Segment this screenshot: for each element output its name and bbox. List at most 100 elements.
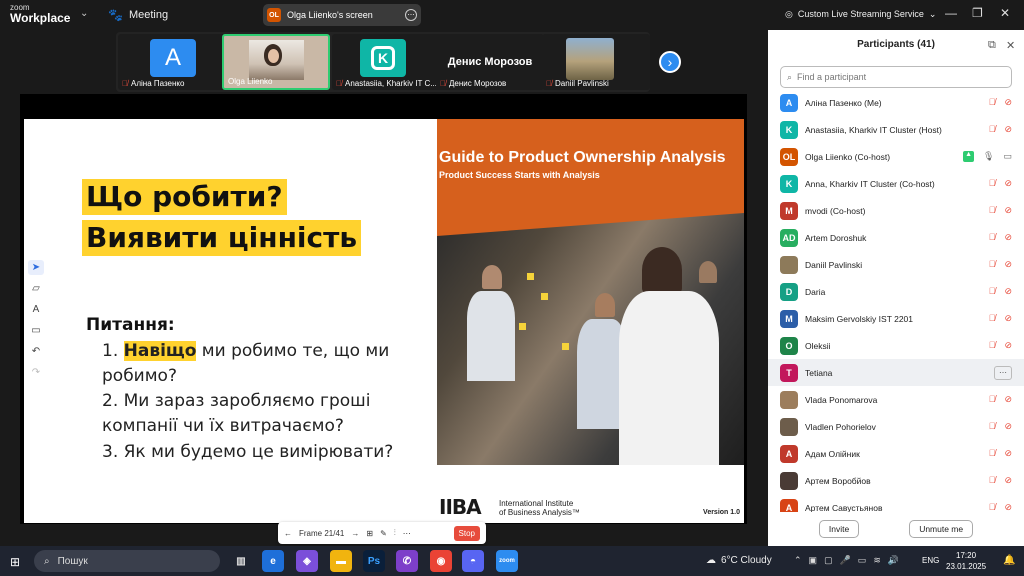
brand-logo[interactable]: zoom Workplace <box>10 4 70 25</box>
participant-row[interactable]: AD Artem Doroshuk 🎙̸ ⊘ <box>768 224 1024 251</box>
participant-row[interactable]: А Адам Олійник 🎙̸ ⊘ <box>768 440 1024 467</box>
windows-taskbar: ⊞ ⌕ Пошук ▥ e ◈ ▬ Ps ✆ ◉ ◓ zoom ☁ 6°C Cl… <box>0 546 1024 576</box>
wifi-icon[interactable]: ≋ <box>873 555 881 566</box>
participant-row[interactable]: А Артем Савустьянов 🎙̸ ⊘ <box>768 494 1024 512</box>
shared-screen-pill[interactable]: OL Olga Liienko's screen ⋯ <box>263 4 421 26</box>
avatar: M <box>780 201 798 220</box>
avatar: M <box>780 309 798 328</box>
invite-button[interactable]: Invite <box>818 520 860 538</box>
video-tile[interactable]: K 🎙̸ Anastasiia, Kharkiv IT C... <box>332 34 440 90</box>
arrow-left-icon[interactable]: ← <box>284 529 292 538</box>
live-stream-indicator[interactable]: ◎ Custom Live Streaming Service ⌄ <box>785 9 936 20</box>
grid-icon[interactable]: ⊞ <box>366 529 373 538</box>
video-tile[interactable]: 🎙̸ Daniil Pavlinski <box>542 34 650 90</box>
stop-button[interactable]: Stop <box>453 525 480 541</box>
chrome-icon[interactable]: ◉ <box>430 550 452 572</box>
comment-icon[interactable]: ▭ <box>28 323 44 338</box>
task-view-icon[interactable]: ▥ <box>230 550 252 572</box>
participant-row[interactable]: K Anna, Kharkiv IT Cluster (Co-host) 🎙̸ ⊘ <box>768 170 1024 197</box>
tile-name: Денис Морозов <box>449 79 507 88</box>
cover-subtitle: Product Success Starts with Analysis <box>439 170 600 180</box>
participant-status: 🎙̸ ⊘ <box>989 205 1012 216</box>
more-options-icon[interactable]: ⋯ <box>405 9 417 21</box>
participant-name: Anna, Kharkiv IT Cluster (Co-host) <box>805 178 935 189</box>
participant-row[interactable]: M Maksim Gervolskiy IST 2201 🎙̸ ⊘ <box>768 305 1024 332</box>
participant-status: ▲ 🎙 ▭ <box>963 151 1012 162</box>
clock[interactable]: 17:20 23.01.2025 <box>946 551 986 573</box>
participant-name: Anastasiia, Kharkiv IT Cluster (Host) <box>805 124 942 135</box>
participant-row[interactable]: Артем Воробйов 🎙̸ ⊘ <box>768 467 1024 494</box>
participant-row[interactable]: O Oleksii 🎙̸ ⊘ <box>768 332 1024 359</box>
highlighted-word: Навіщо <box>123 341 197 361</box>
participant-status: 🎙̸ ⊘ <box>989 448 1012 459</box>
video-tile-active-speaker[interactable]: Olga Liienko <box>222 34 330 90</box>
taskbar-search[interactable]: ⌕ Пошук <box>34 550 220 572</box>
pen-icon[interactable]: ✎ <box>380 529 387 538</box>
windows-start-icon[interactable]: ⊞ <box>10 555 20 569</box>
participant-status: 🎙̸ ⊘ <box>989 502 1012 512</box>
close-icon[interactable]: ✕ <box>1000 6 1010 20</box>
questions-title: Питання: <box>86 315 175 335</box>
participant-row[interactable]: Daniil Pavlinski 🎙̸ ⊘ <box>768 251 1024 278</box>
arrow-right-icon[interactable]: → <box>351 529 359 538</box>
maximize-icon[interactable]: ❐ <box>972 6 983 20</box>
slide-heading-2: Виявити цінність <box>82 220 362 257</box>
participant-row[interactable]: Vlada Ponomarova 🎙̸ ⊘ <box>768 386 1024 413</box>
video-tile[interactable]: A 🎙̸ Аліна Пазенко <box>118 34 226 90</box>
participant-row[interactable]: Vladlen Pohorielov 🎙̸ ⊘ <box>768 413 1024 440</box>
participant-row[interactable]: D Daria 🎙̸ ⊘ <box>768 278 1024 305</box>
participant-name: Maksim Gervolskiy IST 2201 <box>805 313 914 324</box>
avatar <box>780 417 798 436</box>
mic-muted-icon: 🎙̸ <box>546 79 552 88</box>
edge-icon[interactable]: e <box>262 550 284 572</box>
pointer-icon[interactable]: ➤ <box>28 260 44 275</box>
more-icon[interactable]: ⋯ <box>403 529 411 538</box>
participant-row[interactable]: A Аліна Пазенко (Me) 🎙̸ ⊘ <box>768 89 1024 116</box>
participant-search-input[interactable]: ⌕ Find a participant <box>780 66 1012 88</box>
microphone-icon[interactable]: 🎤 <box>840 555 851 566</box>
text-icon[interactable]: A <box>28 302 44 317</box>
photoshop-icon[interactable]: Ps <box>363 550 385 572</box>
zoom-app-icon[interactable]: zoom <box>496 550 518 572</box>
photo-person-body <box>619 291 719 465</box>
mic-muted-icon: 🎙̸ <box>988 421 996 431</box>
redo-icon[interactable]: ↷ <box>28 365 44 380</box>
minimize-icon[interactable]: — <box>945 6 957 20</box>
taskbar-search-text: Пошук <box>57 555 88 567</box>
participant-row[interactable]: Mmvodi (Co-host) 🎙̸ ⊘ <box>768 197 1024 224</box>
close-icon[interactable]: ✕ <box>1006 39 1015 52</box>
mic-muted-icon: 🎙̸ <box>988 394 996 404</box>
chevron-down-icon[interactable]: ⌄ <box>80 8 88 19</box>
undo-icon[interactable]: ↶ <box>28 344 44 359</box>
weather-widget[interactable]: ☁ 6°C Cloudy <box>706 555 772 566</box>
participant-row[interactable]: K Anastasiia, Kharkiv IT Cluster (Host) 🎙̸… <box>768 116 1024 143</box>
next-page-button[interactable]: › <box>659 51 681 73</box>
unmute-me-button[interactable]: Unmute me <box>909 520 974 538</box>
mic-muted-icon: 🎙̸ <box>988 448 996 458</box>
pop-out-icon[interactable]: ⧉ <box>988 39 996 52</box>
participant-status: 🎙̸ ⊘ <box>989 475 1012 486</box>
viber-icon[interactable]: ✆ <box>396 550 418 572</box>
copilot-icon[interactable]: ◈ <box>296 550 318 572</box>
file-explorer-icon[interactable]: ▬ <box>330 550 352 572</box>
participant-row[interactable]: T Tetiana ⋯ <box>768 359 1024 386</box>
sliders-icon[interactable]: ⫶ <box>394 528 396 538</box>
language-indicator[interactable]: ENG <box>922 556 939 565</box>
more-options-icon[interactable]: ⋯ <box>994 365 1012 380</box>
tray-app-icon[interactable]: ▢ <box>824 555 833 566</box>
avatar: K <box>360 39 406 77</box>
photo-person <box>699 261 717 283</box>
volume-icon[interactable]: 🔊 <box>888 555 899 566</box>
sticky-note <box>562 343 569 350</box>
chevron-up-icon[interactable]: ⌃ <box>794 555 802 566</box>
battery-icon[interactable]: ▭ <box>858 555 867 566</box>
participant-name: Daniil Pavlinski <box>805 259 863 270</box>
sticky-note-icon[interactable]: ▱ <box>28 281 44 296</box>
participant-row[interactable]: OL Olga Liienko (Co-host) ▲ 🎙 ▭ <box>768 143 1024 170</box>
tray-app-icon[interactable]: ▣ <box>809 555 818 566</box>
video-tile[interactable]: Денис Морозов 🎙̸ Денис Морозов <box>436 34 544 90</box>
notification-icon[interactable]: 🔔 <box>1003 555 1015 566</box>
mic-muted-icon: 🎙̸ <box>440 79 446 88</box>
zoom-window: zoom Workplace ⌄ 🐾 Meeting OL Olga Liien… <box>0 0 1024 576</box>
discord-icon[interactable]: ◓ <box>462 550 484 572</box>
